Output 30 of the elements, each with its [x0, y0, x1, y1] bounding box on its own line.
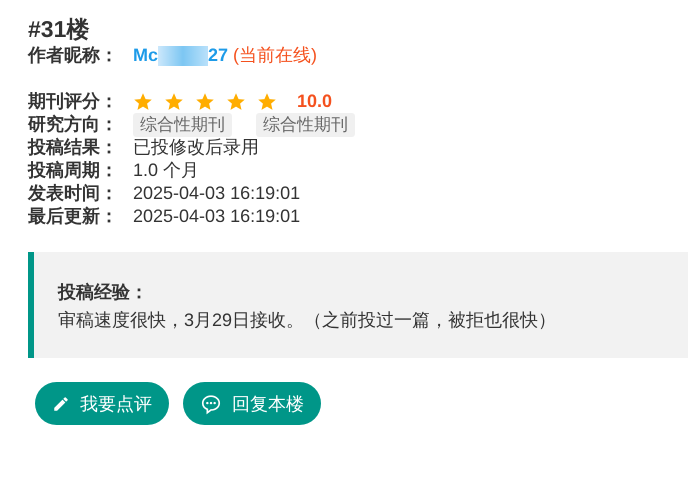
field-label: 作者昵称：	[28, 44, 119, 67]
star-icon	[195, 92, 215, 112]
field-value: 2025-04-03 16:19:01	[133, 182, 300, 205]
online-status: (当前在线)	[233, 44, 318, 67]
field-label: 投稿周期：	[28, 159, 119, 182]
star-icon	[226, 92, 246, 112]
chat-icon	[200, 392, 222, 414]
field-value: 已投修改后录用	[133, 136, 259, 159]
experience-text: 审稿速度很快，3月29日接收。（之前投过一篇，被拒也很快）	[58, 309, 558, 332]
experience-title: 投稿经验：	[58, 281, 149, 304]
username-link[interactable]: 27	[208, 44, 228, 67]
star-icon	[164, 92, 184, 112]
field-label: 最后更新：	[28, 205, 119, 228]
field-value: 1.0 个月	[133, 159, 200, 182]
username-link[interactable]: Mc	[133, 44, 158, 67]
reply-button[interactable]: 回复本楼	[183, 382, 321, 425]
star-icon	[133, 92, 153, 112]
category-tag[interactable]: 综合性期刊	[133, 112, 232, 136]
category-tag[interactable]: 综合性期刊	[256, 112, 355, 136]
field-label: 发表时间：	[28, 182, 119, 205]
field-label: 期刊评分：	[28, 90, 119, 113]
field-value: 2025-04-03 16:19:01	[133, 205, 300, 228]
comment-button[interactable]: 我要点评	[35, 382, 169, 425]
field-label: 研究方向：	[28, 113, 119, 136]
pencil-icon	[52, 394, 70, 412]
rating-score: 10.0	[297, 90, 332, 113]
floor-number: #31楼	[28, 15, 90, 44]
star-icon	[257, 92, 277, 112]
field-label: 投稿结果：	[28, 136, 119, 159]
redaction-blur	[158, 46, 208, 66]
